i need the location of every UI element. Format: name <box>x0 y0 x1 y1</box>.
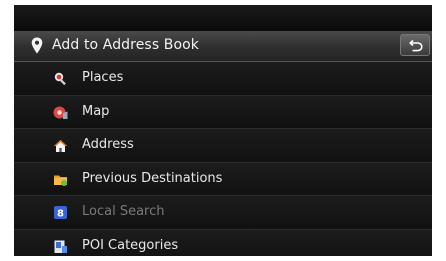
status-bar <box>14 5 432 31</box>
poi-flag-icon <box>54 240 67 253</box>
menu-item-label: Previous Destinations <box>82 170 223 186</box>
menu-item-address[interactable]: Address <box>14 129 432 163</box>
magnifier-icon <box>54 72 66 86</box>
menu-item-label: Places <box>82 70 124 85</box>
menu-item-label: Map <box>82 103 110 119</box>
location-pin-icon <box>31 37 43 54</box>
back-arrow-icon <box>409 39 423 52</box>
map-pin-icon <box>53 106 68 119</box>
back-button[interactable] <box>400 34 430 56</box>
page-header: Add to Address Book <box>14 31 432 62</box>
menu-item-poi-categories[interactable]: POI Categories <box>14 229 432 256</box>
menu-list: Places Map Address Previous Destinations… <box>14 62 432 256</box>
menu-item-label: Local Search <box>82 204 165 219</box>
menu-item-places[interactable]: Places <box>14 62 432 96</box>
local-search-icon: 8 <box>54 206 67 220</box>
menu-item-label: POI Categories <box>82 237 179 253</box>
svg-text:8: 8 <box>57 209 64 220</box>
folder-icon <box>54 175 67 186</box>
navigation-screen: Add to Address Book Places Map Address P… <box>14 5 432 256</box>
page-title: Add to Address Book <box>52 37 200 53</box>
menu-item-local-search[interactable]: 8 Local Search <box>14 196 432 230</box>
house-icon <box>54 140 67 152</box>
menu-item-map[interactable]: Map <box>14 95 432 129</box>
menu-item-previous-destinations[interactable]: Previous Destinations <box>14 162 432 196</box>
menu-item-label: Address <box>82 137 134 152</box>
